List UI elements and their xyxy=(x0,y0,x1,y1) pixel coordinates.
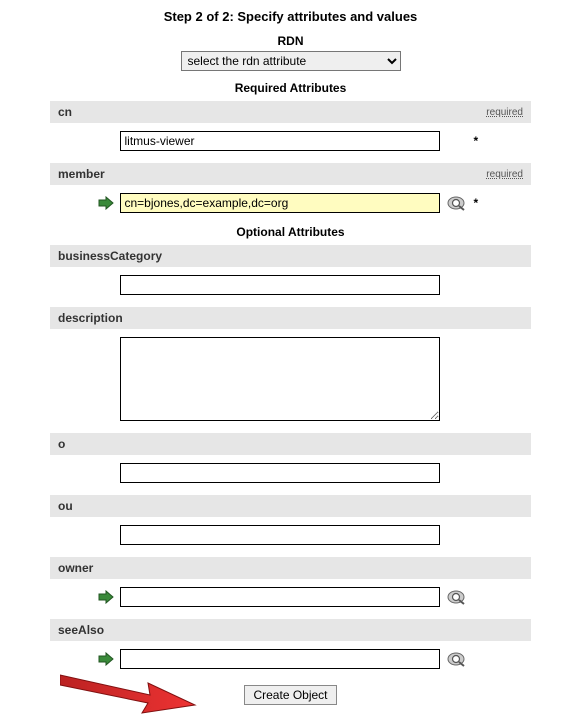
rdn-select[interactable]: select the rdn attribute xyxy=(181,51,401,71)
cn-input[interactable] xyxy=(120,131,440,151)
o-input[interactable] xyxy=(120,463,440,483)
attr-label-member: member xyxy=(58,167,105,181)
arrow-right-icon xyxy=(98,590,114,604)
attr-block-cn: cn required * xyxy=(50,101,531,151)
attr-block-ou: ou xyxy=(50,495,531,545)
required-star: * xyxy=(474,196,484,210)
rdn-label: RDN xyxy=(0,34,581,48)
seealso-input[interactable] xyxy=(120,649,440,669)
attr-label-o: o xyxy=(58,437,65,451)
attr-label-cn: cn xyxy=(58,105,72,119)
lookup-icon[interactable] xyxy=(446,588,468,606)
attr-label-description: description xyxy=(58,311,123,325)
required-star: * xyxy=(474,134,484,148)
required-tag: required xyxy=(486,169,523,180)
optional-attributes-header: Optional Attributes xyxy=(0,225,581,239)
attr-label-owner: owner xyxy=(58,561,93,575)
attr-label-seealso: seeAlso xyxy=(58,623,104,637)
member-input[interactable] xyxy=(120,193,440,213)
ou-input[interactable] xyxy=(120,525,440,545)
attr-block-seealso: seeAlso xyxy=(50,619,531,669)
attr-label-businesscategory: businessCategory xyxy=(58,249,162,263)
attr-block-member: member required * xyxy=(50,163,531,213)
attr-label-ou: ou xyxy=(58,499,73,513)
lookup-icon[interactable] xyxy=(446,194,468,212)
attr-block-o: o xyxy=(50,433,531,483)
attr-block-owner: owner xyxy=(50,557,531,607)
required-attributes-header: Required Attributes xyxy=(0,81,581,95)
step-title: Step 2 of 2: Specify attributes and valu… xyxy=(0,9,581,24)
required-tag: required xyxy=(486,107,523,118)
arrow-right-icon xyxy=(98,196,114,210)
lookup-icon[interactable] xyxy=(446,650,468,668)
arrow-right-icon xyxy=(98,652,114,666)
attr-block-description: description xyxy=(50,307,531,421)
owner-input[interactable] xyxy=(120,587,440,607)
create-object-button[interactable]: Create Object xyxy=(244,685,336,705)
attr-block-businesscategory: businessCategory xyxy=(50,245,531,295)
businesscategory-input[interactable] xyxy=(120,275,440,295)
description-textarea[interactable] xyxy=(120,337,440,421)
